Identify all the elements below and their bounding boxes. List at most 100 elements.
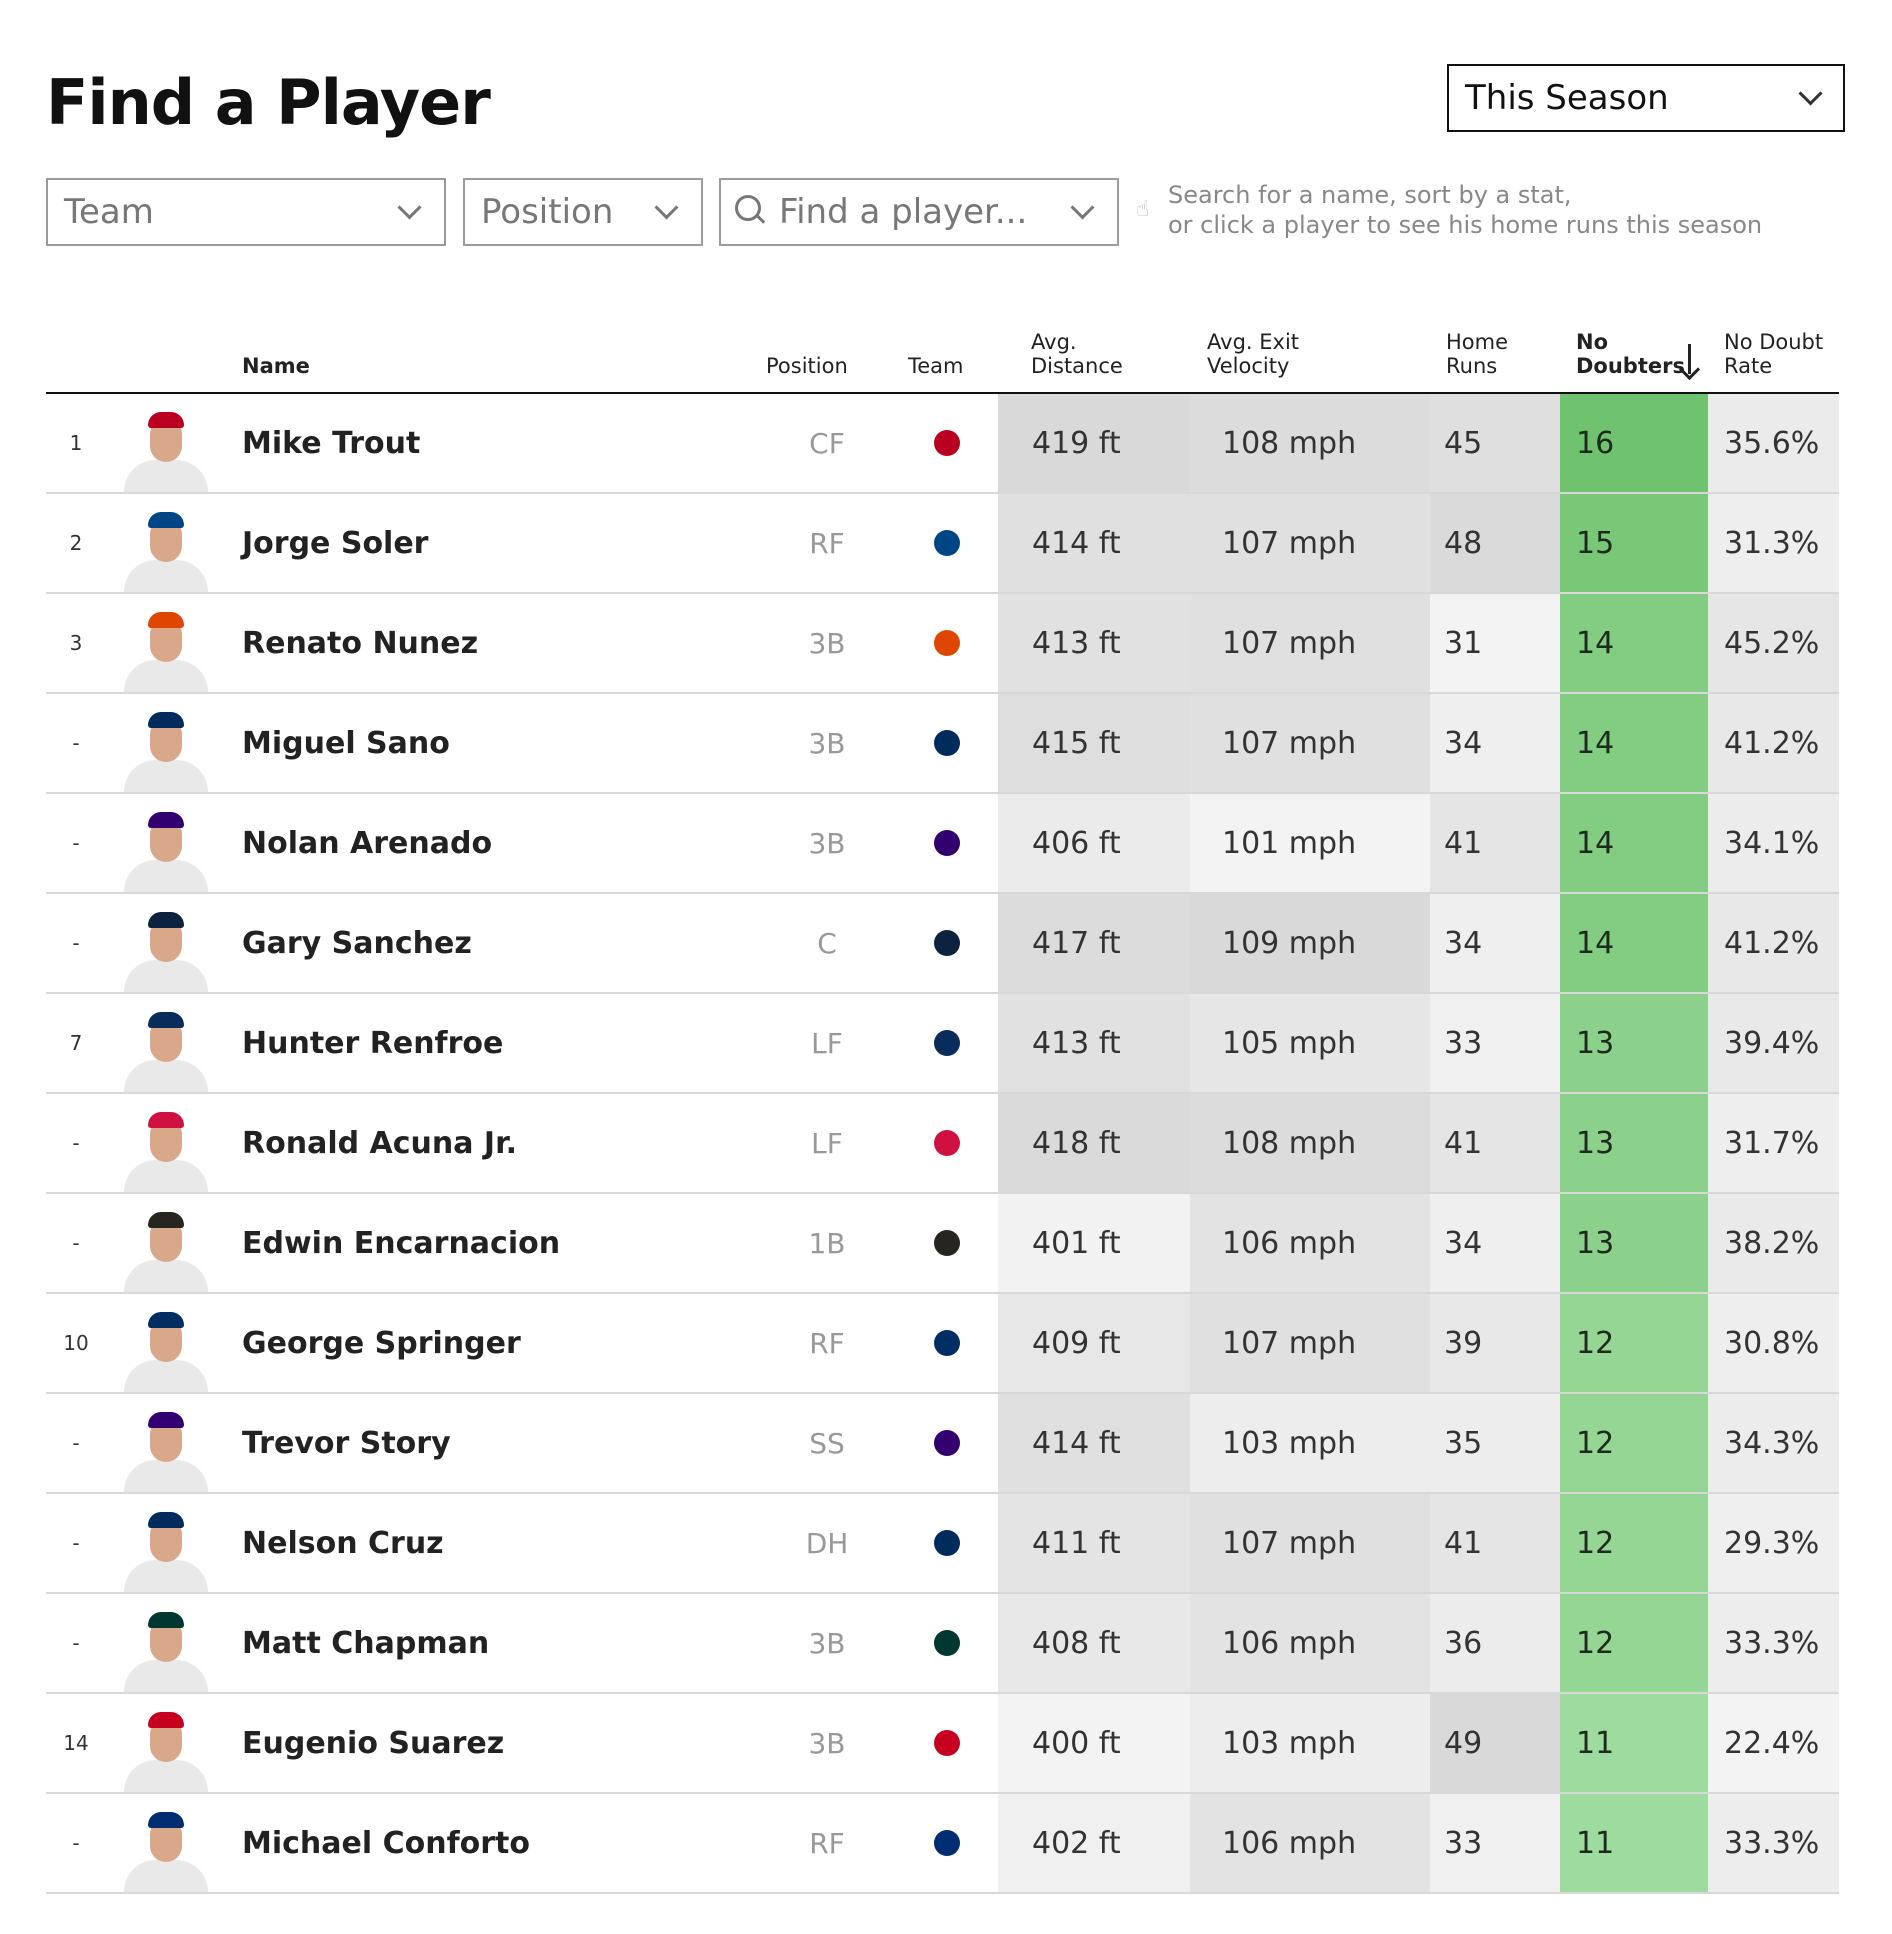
column-header-avg-distance[interactable]: Avg. Distance — [1031, 330, 1123, 378]
position-cell: LF — [811, 1026, 843, 1060]
table-row[interactable]: - Trevor Story SS 414 ft 103 mph 35 12 34.3% — [46, 1394, 1839, 1494]
no-doubt-rate-cell: 38.2% — [1708, 1194, 1839, 1292]
player-name-cell[interactable]: Miguel Sano — [242, 694, 762, 792]
column-header-avg-exit-velocity[interactable]: Avg. Exit Velocity — [1207, 330, 1299, 378]
rank-cell: - — [72, 1231, 80, 1255]
position-cell: RF — [809, 1326, 845, 1360]
no-doubt-rate-cell: 34.1% — [1708, 794, 1839, 892]
column-header-home-runs[interactable]: Home Runs — [1446, 330, 1508, 378]
player-name-cell[interactable]: George Springer — [242, 1294, 762, 1392]
position-cell: 3B — [808, 826, 846, 860]
player-name-cell[interactable]: Nelson Cruz — [242, 1494, 762, 1592]
player-name-cell[interactable]: Eugenio Suarez — [242, 1694, 762, 1792]
player-name-cell[interactable]: Trevor Story — [242, 1394, 762, 1492]
player-name-cell[interactable]: Renato Nunez — [242, 594, 762, 692]
column-header-no-doubt-rate[interactable]: No Doubt Rate — [1724, 330, 1823, 378]
no-doubt-rate-cell: 41.2% — [1708, 694, 1839, 792]
avg-exit-velocity-cell: 107 mph — [1190, 694, 1430, 792]
column-header-name[interactable]: Name — [242, 354, 310, 378]
rockies-logo-icon — [934, 1430, 960, 1456]
player-name-cell[interactable]: Jorge Soler — [242, 494, 762, 592]
column-header-line: Avg. Exit — [1207, 330, 1300, 354]
position-filter-select[interactable]: Position — [463, 178, 703, 246]
table-row[interactable]: - Michael Conforto RF 402 ft 106 mph 33 11 33.3… — [46, 1794, 1839, 1894]
no-doubters-cell: 13 — [1560, 994, 1708, 1092]
player-headshot-image — [120, 698, 212, 792]
season-select[interactable]: This Season — [1447, 64, 1845, 132]
avg-distance-cell: 400 ft — [998, 1694, 1190, 1792]
no-doubt-rate-cell: 31.7% — [1708, 1094, 1839, 1192]
player-name-cell[interactable]: Edwin Encarnacion — [242, 1194, 762, 1292]
player-photo-cell — [106, 1694, 226, 1792]
chevron-down-icon — [654, 194, 679, 220]
position-cell: C — [817, 926, 837, 960]
table-header: Name Position Team Avg. Distance Avg. Ex… — [46, 312, 1839, 394]
team-cell — [892, 1794, 1002, 1892]
search-hint-line: or click a player to see his home runs t… — [1168, 211, 1763, 239]
player-name-cell[interactable]: Gary Sanchez — [242, 894, 762, 992]
table-row[interactable]: 10 George Springer RF 409 ft 107 mph 39 12 30.8… — [46, 1294, 1839, 1394]
player-name-cell[interactable]: Hunter Renfroe — [242, 994, 762, 1092]
team-cell — [892, 1494, 1002, 1592]
team-cell — [892, 594, 1002, 692]
table-row[interactable]: 1 Mike Trout CF 419 ft 108 mph 45 16 35.6% — [46, 394, 1839, 494]
player-name-cell[interactable]: Michael Conforto — [242, 1794, 762, 1892]
no-doubters-cell: 12 — [1560, 1294, 1708, 1392]
players-table: Name Position Team Avg. Distance Avg. Ex… — [46, 312, 1839, 1894]
player-search-box[interactable] — [719, 178, 1119, 246]
player-headshot-image — [120, 898, 212, 992]
player-name-cell[interactable]: Mike Trout — [242, 394, 762, 492]
home-runs-cell: 34 — [1430, 1194, 1560, 1292]
table-row[interactable]: - Gary Sanchez C 417 ft 109 mph 34 14 41.2% — [46, 894, 1839, 994]
position-cell: SS — [809, 1426, 845, 1460]
search-icon — [735, 195, 766, 229]
player-name-cell[interactable]: Matt Chapman — [242, 1594, 762, 1692]
table-row[interactable]: - Matt Chapman 3B 408 ft 106 mph 36 12 33.3% — [46, 1594, 1839, 1694]
avg-distance-cell: 414 ft — [998, 1394, 1190, 1492]
player-photo-cell — [106, 1594, 226, 1692]
orioles-logo-icon — [934, 630, 960, 656]
no-doubt-rate-cell: 45.2% — [1708, 594, 1839, 692]
team-cell — [892, 1694, 1002, 1792]
player-name-cell[interactable]: Ronald Acuna Jr. — [242, 1094, 762, 1192]
player-photo-cell — [106, 994, 226, 1092]
home-runs-cell: 41 — [1430, 1094, 1560, 1192]
no-doubt-rate-cell: 33.3% — [1708, 1594, 1839, 1692]
player-photo-cell — [106, 1094, 226, 1192]
position-cell: RF — [809, 1826, 845, 1860]
table-row[interactable]: - Ronald Acuna Jr. LF 418 ft 108 mph 41 13 31.7… — [46, 1094, 1839, 1194]
table-row[interactable]: - Edwin Encarnacion 1B 401 ft 106 mph 34 13 38.… — [46, 1194, 1839, 1294]
avg-exit-velocity-cell: 106 mph — [1190, 1794, 1430, 1892]
avg-distance-cell: 401 ft — [998, 1194, 1190, 1292]
table-row[interactable]: - Nolan Arenado 3B 406 ft 101 mph 41 14 34.1% — [46, 794, 1839, 894]
column-header-team[interactable]: Team — [908, 354, 964, 378]
table-row[interactable]: - Miguel Sano 3B 415 ft 107 mph 34 14 41.2% — [46, 694, 1839, 794]
player-photo-cell — [106, 894, 226, 992]
season-select-value: This Season — [1465, 78, 1669, 118]
no-doubt-rate-cell: 34.3% — [1708, 1394, 1839, 1492]
column-header-position[interactable]: Position — [766, 354, 848, 378]
home-runs-cell: 48 — [1430, 494, 1560, 592]
player-name-cell[interactable]: Nolan Arenado — [242, 794, 762, 892]
home-runs-cell: 33 — [1430, 994, 1560, 1092]
table-row[interactable]: 3 Renato Nunez 3B 413 ft 107 mph 31 14 45.2% — [46, 594, 1839, 694]
table-row[interactable]: 2 Jorge Soler RF 414 ft 107 mph 48 15 31.3% — [46, 494, 1839, 594]
home-runs-cell: 31 — [1430, 594, 1560, 692]
player-search-input[interactable] — [779, 192, 1029, 232]
avg-distance-cell: 417 ft — [998, 894, 1190, 992]
no-doubters-cell: 12 — [1560, 1494, 1708, 1592]
avg-exit-velocity-cell: 107 mph — [1190, 594, 1430, 692]
table-row[interactable]: 7 Hunter Renfroe LF 413 ft 105 mph 33 13 39.4% — [46, 994, 1839, 1094]
sort-descending-arrow-icon[interactable] — [1678, 344, 1701, 381]
table-row[interactable]: - Nelson Cruz DH 411 ft 107 mph 41 12 29.3% — [46, 1494, 1839, 1594]
no-doubters-cell: 13 — [1560, 1094, 1708, 1192]
rank-cell: - — [72, 931, 80, 955]
rank-cell: 1 — [69, 431, 83, 455]
team-filter-select[interactable]: Team — [46, 178, 446, 246]
table-row[interactable]: 14 Eugenio Suarez 3B 400 ft 103 mph 49 11 22.4% — [46, 1694, 1839, 1794]
column-header-no-doubters[interactable]: No Doubters — [1576, 330, 1685, 378]
no-doubt-rate-cell: 35.6% — [1708, 394, 1839, 492]
avg-exit-velocity-cell: 108 mph — [1190, 1094, 1430, 1192]
no-doubters-cell: 14 — [1560, 694, 1708, 792]
no-doubters-cell: 11 — [1560, 1794, 1708, 1892]
